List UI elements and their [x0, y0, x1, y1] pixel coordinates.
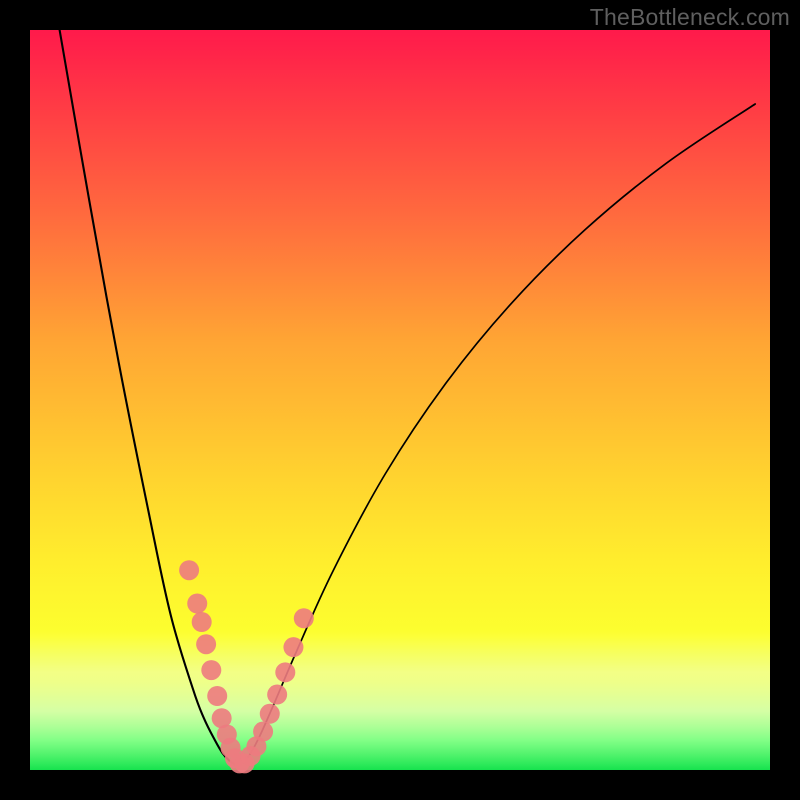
watermark-text: TheBottleneck.com [590, 4, 790, 31]
highlighted-point [260, 704, 280, 724]
chart-overlay [30, 30, 770, 770]
highlighted-point [201, 660, 221, 680]
highlighted-point [196, 634, 216, 654]
highlighted-point [283, 637, 303, 657]
chart-stage: TheBottleneck.com [0, 0, 800, 800]
highlighted-point [207, 686, 227, 706]
highlighted-point [275, 662, 295, 682]
highlighted-point [187, 594, 207, 614]
highlighted-point [294, 608, 314, 628]
highlighted-points-group [179, 560, 314, 773]
highlighted-point [179, 560, 199, 580]
bottleneck-curve-right [237, 104, 755, 766]
highlighted-point [192, 612, 212, 632]
highlighted-point [267, 685, 287, 705]
highlighted-point [253, 722, 273, 742]
bottleneck-curve-left [60, 30, 238, 766]
